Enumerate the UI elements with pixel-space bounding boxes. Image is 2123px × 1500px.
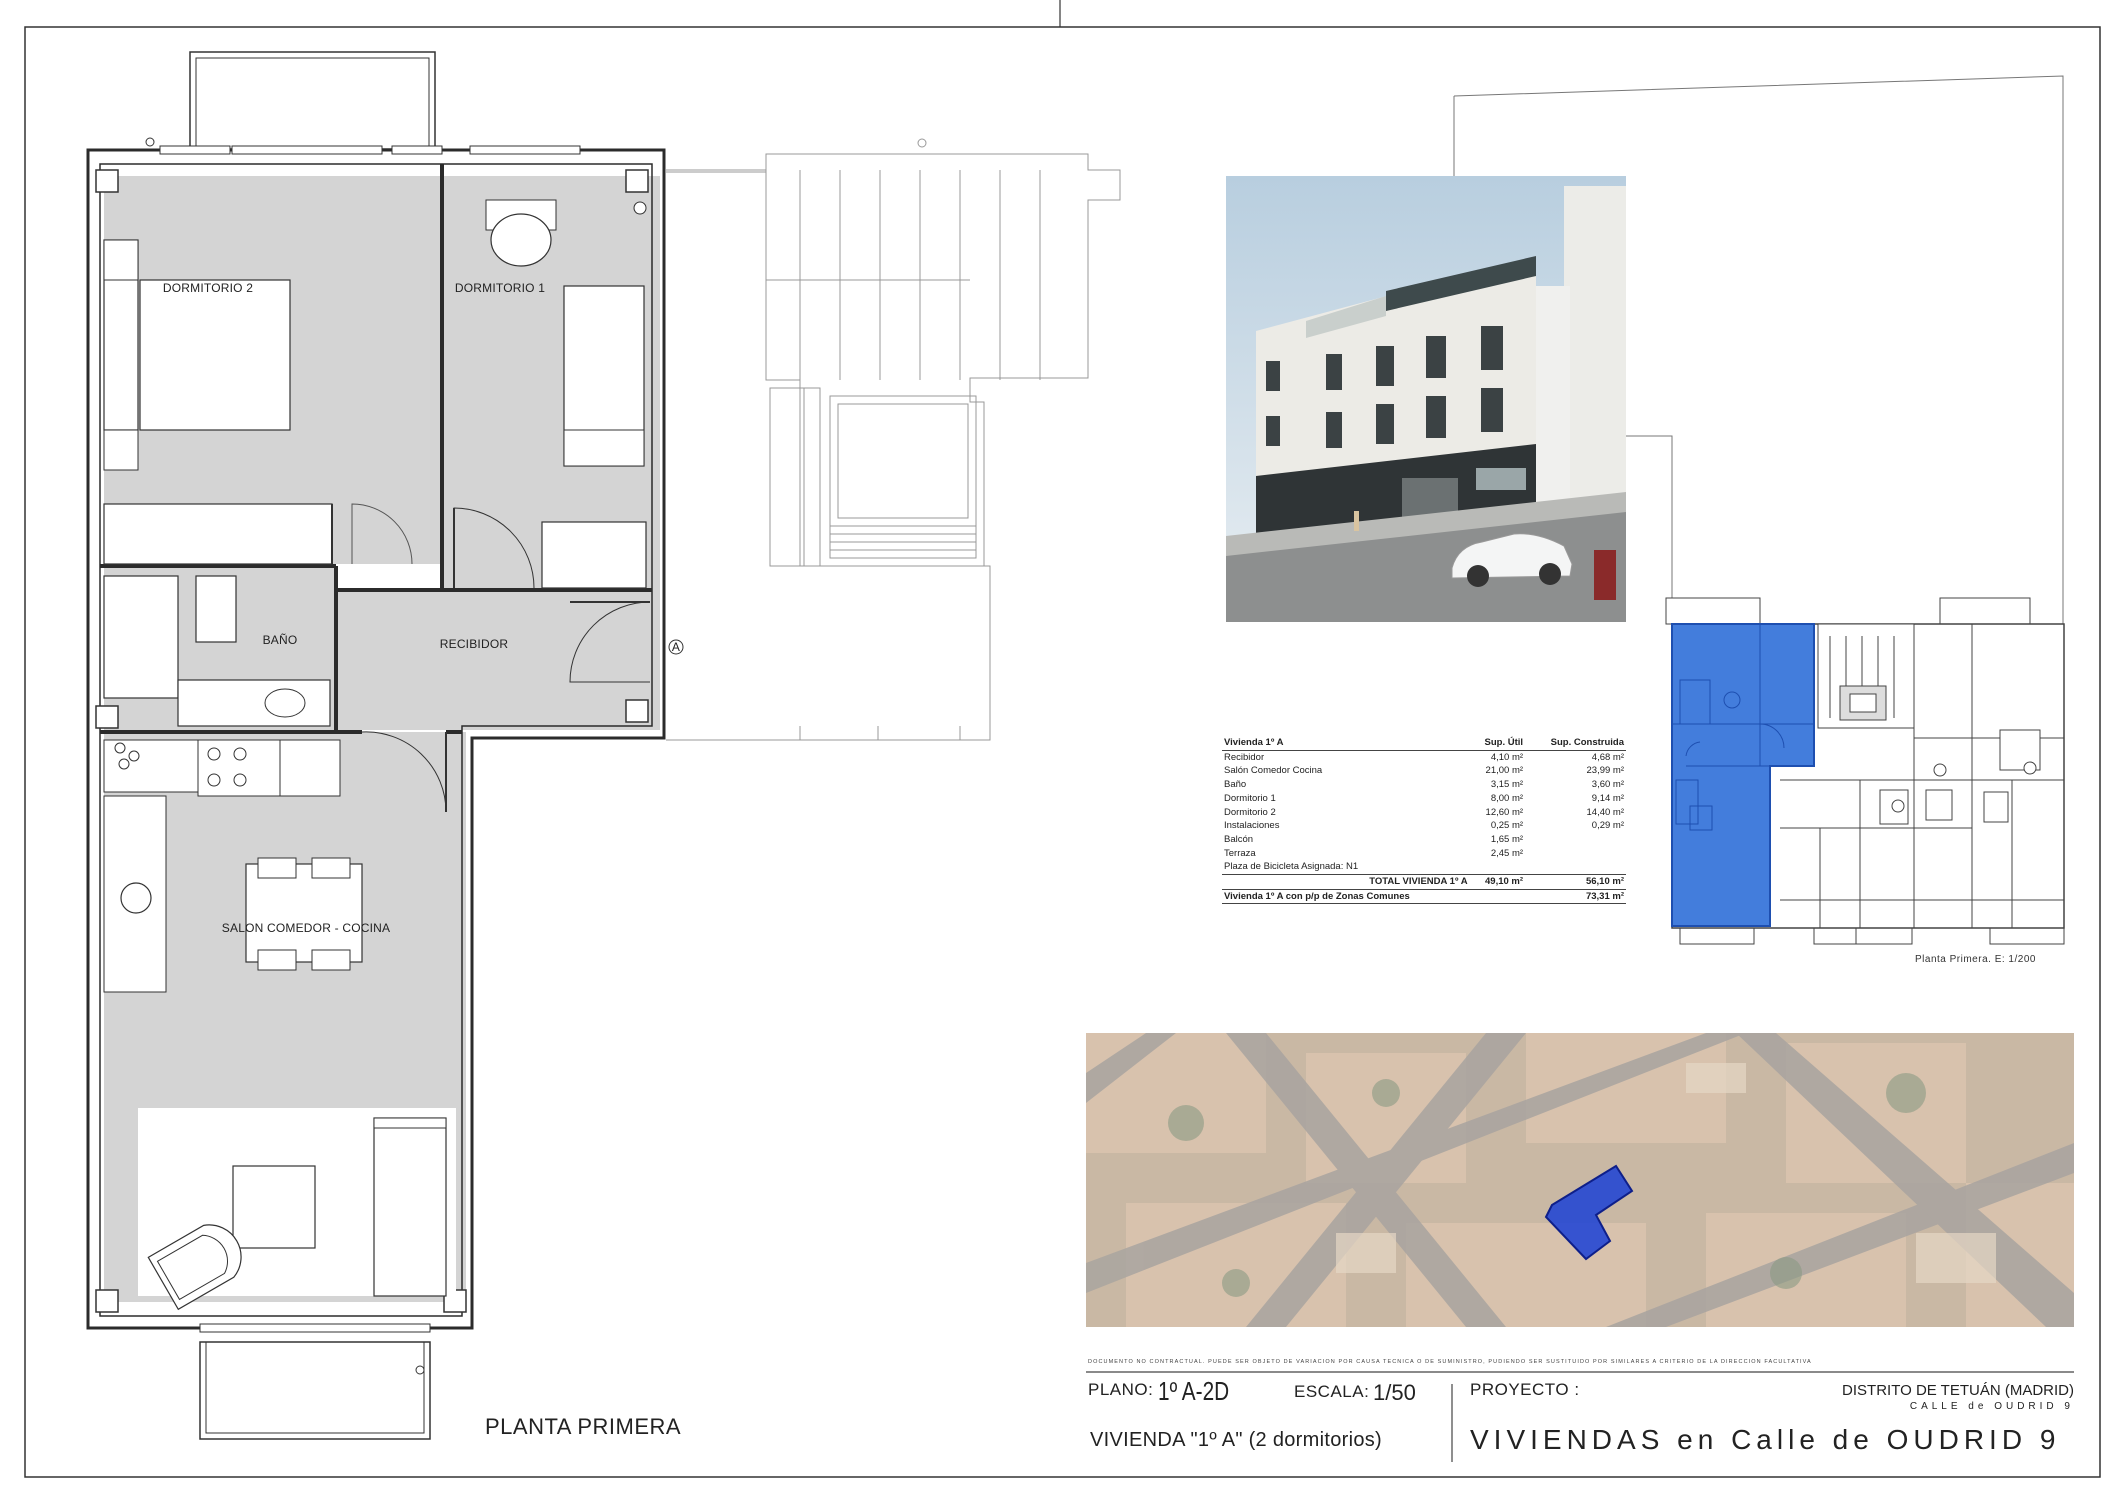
area-table-row: Baño 3,15 m² 3,60 m² <box>1222 778 1626 792</box>
balcony-top <box>189 51 436 150</box>
escala-value: 1/50 <box>1373 1380 1416 1405</box>
area-row-label: Balcón <box>1224 833 1254 845</box>
area-row-util: 8,00 m² <box>1490 792 1524 804</box>
area-header-unit: Vivienda 1º A <box>1222 736 1470 751</box>
area-row-construida <box>1525 860 1626 874</box>
proyecto-label: PROYECTO : <box>1470 1380 1580 1399</box>
entry-marker: A <box>672 640 680 654</box>
distrito-text: DISTRITO DE TETUÁN (MADRID) <box>1842 1382 2074 1399</box>
area-row-construida <box>1525 847 1626 861</box>
key-plan <box>1665 597 2065 945</box>
area-table-row: Dormitorio 1 8,00 m² 9,14 m² <box>1222 792 1626 806</box>
floor-plan: DORMITORIO 2 DORMITORIO 1 BAÑO RECIBIDOR… <box>86 51 1121 1440</box>
area-row-label: Plaza de Bicicleta Asignada: N1 <box>1224 861 1359 873</box>
room-fill-recibidor <box>338 590 660 730</box>
vivienda-label: VIVIENDA "1º A" (2 dormitorios) <box>1090 1429 1383 1451</box>
grand-total-value: 73,31 m² <box>1525 888 1626 905</box>
total-label: TOTAL VIVIENDA 1º A <box>1222 874 1470 890</box>
total-util: 49,10 m² <box>1469 874 1526 890</box>
area-row-label: Terraza <box>1224 847 1256 859</box>
area-table-header: Vivienda 1º A Sup. Útil Sup. Construida <box>1222 736 1626 751</box>
area-row-construida: 23,99 m² <box>1586 765 1625 777</box>
area-table-total: TOTAL VIVIENDA 1º A 49,10 m² 56,10 m² <box>1222 874 1626 890</box>
keyplan-caption: Planta Primera. E: 1/200 <box>1915 954 2036 965</box>
plano-label: PLANO: <box>1088 1380 1154 1399</box>
aerial-location-map <box>1086 1033 2074 1327</box>
grand-total-label: Vivienda 1º A con p/p de Zonas Comunes <box>1222 888 1470 905</box>
area-row-construida: 9,14 m² <box>1591 792 1624 804</box>
area-table: Vivienda 1º A Sup. Útil Sup. Construida … <box>1222 736 1626 905</box>
room-label-bano: BAÑO <box>263 633 298 647</box>
disclaimer-text: DOCUMENTO NO CONTRACTUAL. PUEDE SER OBJE… <box>1088 1359 1812 1365</box>
project-name: VIVIENDAS en Calle de OUDRID 9 <box>1470 1424 2061 1455</box>
area-row-label: Instalaciones <box>1224 820 1280 832</box>
area-table-row: Salón Comedor Cocina 21,00 m² 23,99 m² <box>1222 764 1626 778</box>
room-label-dormitorio-2: DORMITORIO 2 <box>163 281 253 295</box>
area-row-util: 2,45 m² <box>1490 847 1524 859</box>
area-row-label: Dormitorio 2 <box>1224 806 1276 818</box>
area-header-construida: Sup. Construida <box>1525 736 1626 751</box>
area-row-util: 12,60 m² <box>1485 806 1524 818</box>
building-render <box>1226 176 1626 622</box>
area-table-grand-total: Vivienda 1º A con p/p de Zonas Comunes 7… <box>1222 888 1626 905</box>
plan-title: PLANTA PRIMERA <box>485 1414 682 1439</box>
stair-core <box>666 138 1121 741</box>
area-row-construida: 0,29 m² <box>1591 820 1624 832</box>
area-row-label: Baño <box>1224 779 1247 791</box>
room-label-dormitorio-1: DORMITORIO 1 <box>455 281 545 295</box>
area-row-util: 0,25 m² <box>1490 820 1524 832</box>
balcony-bottom <box>199 1341 431 1440</box>
grand-total-util <box>1469 888 1526 905</box>
total-construida: 56,10 m² <box>1525 874 1626 890</box>
area-row-construida: 3,60 m² <box>1591 779 1624 791</box>
area-row-construida: 4,68 m² <box>1591 751 1624 763</box>
plano-value: 1º A-2D <box>1158 1376 1230 1406</box>
area-row-util: 1,65 m² <box>1490 833 1524 845</box>
escala-label: ESCALA: <box>1294 1382 1370 1401</box>
area-row-label: Recibidor <box>1224 751 1265 763</box>
area-row-construida <box>1525 833 1626 847</box>
area-table-row: Recibidor 4,10 m² 4,68 m² <box>1222 750 1626 764</box>
area-table-row: Instalaciones 0,25 m² 0,29 m² <box>1222 819 1626 833</box>
area-header-util: Sup. Útil <box>1469 736 1526 751</box>
area-table-row: Plaza de Bicicleta Asignada: N1 <box>1222 860 1626 874</box>
area-table-row: Balcón 1,65 m² <box>1222 833 1626 847</box>
room-label-recibidor: RECIBIDOR <box>440 637 509 651</box>
area-row-util <box>1470 860 1525 874</box>
room-label-salon: SALON COMEDOR - COCINA <box>222 921 390 935</box>
area-row-label: Dormitorio 1 <box>1224 792 1276 804</box>
area-row-util: 3,15 m² <box>1490 779 1524 791</box>
area-row-construida: 14,40 m² <box>1586 806 1625 818</box>
area-table-row: Dormitorio 2 12,60 m² 14,40 m² <box>1222 806 1626 820</box>
area-row-util: 21,00 m² <box>1485 765 1524 777</box>
area-row-util: 4,10 m² <box>1490 751 1524 763</box>
area-table-row: Terraza 2,45 m² <box>1222 847 1626 861</box>
area-row-label: Salón Comedor Cocina <box>1224 765 1323 777</box>
calle-subtitle: CALLE de OUDRID 9 <box>1909 1401 2074 1412</box>
